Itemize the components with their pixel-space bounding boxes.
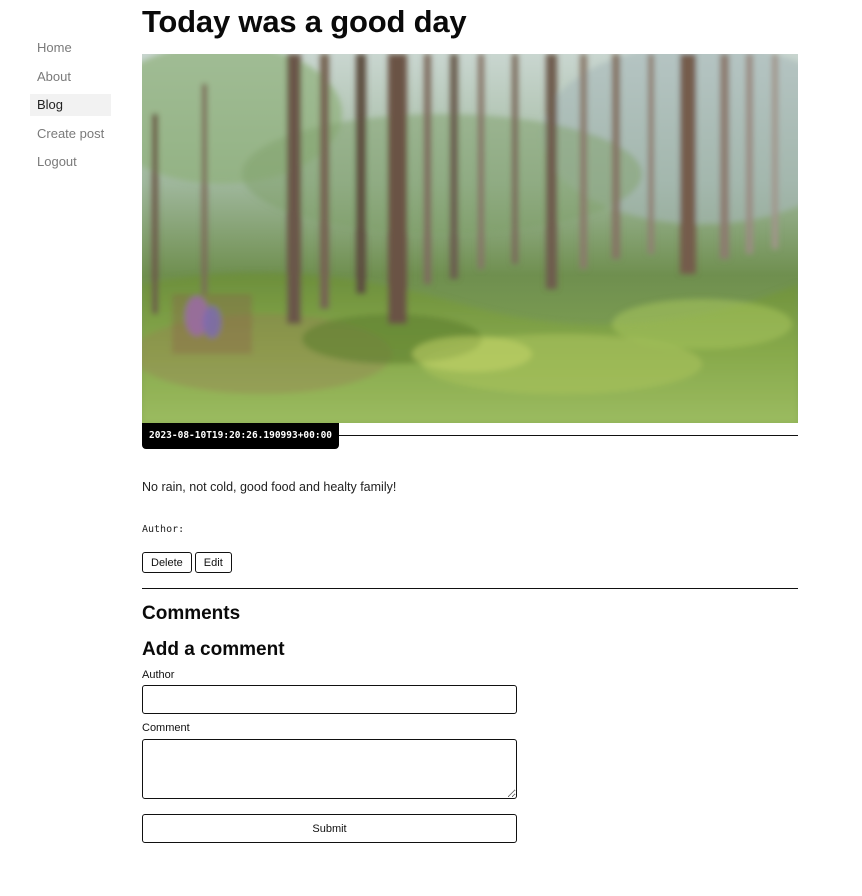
post-author: Author: <box>142 524 185 535</box>
sidebar-nav: Home About Blog Create post Logout <box>30 37 111 180</box>
nav-item-logout[interactable]: Logout <box>30 151 111 173</box>
forest-image <box>142 54 798 423</box>
post-image <box>142 54 798 423</box>
author-input[interactable] <box>142 685 517 714</box>
nav-item-about[interactable]: About <box>30 66 111 88</box>
add-comment-heading: Add a comment <box>142 639 285 660</box>
post-date-badge: 2023-08-10T19:20:26.190993+00:00 <box>142 423 340 449</box>
comments-heading: Comments <box>142 603 241 624</box>
comment-field-label: Comment <box>142 722 190 734</box>
post-actions: Delete Edit <box>142 552 232 573</box>
comment-textarea[interactable] <box>142 739 517 799</box>
post-title: Today was a good day <box>142 4 467 39</box>
author-field-label: Author <box>142 669 175 681</box>
nav-item-create-post[interactable]: Create post <box>30 123 111 145</box>
edit-button[interactable]: Edit <box>194 552 232 573</box>
post-body: No rain, not cold, good food and healty … <box>142 480 397 494</box>
submit-button[interactable]: Submit <box>142 814 517 843</box>
nav-item-blog[interactable]: Blog <box>30 94 111 116</box>
section-divider <box>142 588 798 589</box>
delete-button[interactable]: Delete <box>142 552 192 573</box>
nav-item-home[interactable]: Home <box>30 37 111 59</box>
post-date-row: 2023-08-10T19:20:26.190993+00:00 <box>142 423 798 449</box>
